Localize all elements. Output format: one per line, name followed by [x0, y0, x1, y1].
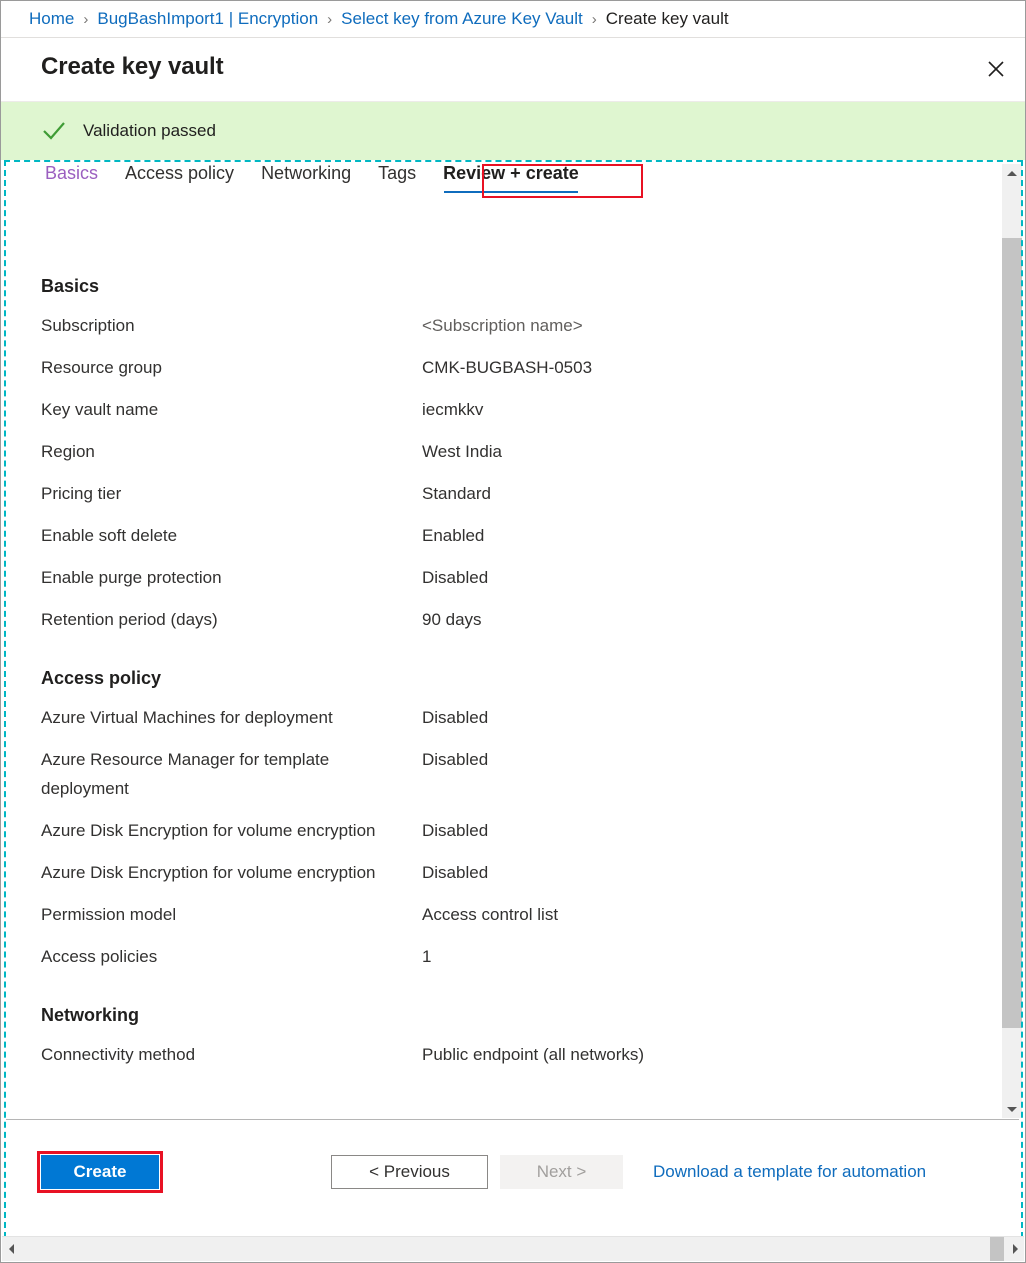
previous-button[interactable]: < Previous: [331, 1155, 488, 1189]
page-title: Create key vault: [41, 53, 224, 81]
summary-row-label: Permission model: [41, 900, 422, 929]
summary-table: Connectivity methodPublic endpoint (all …: [6, 1040, 991, 1069]
close-glyph: [987, 60, 1005, 78]
summary-row-value: Disabled: [422, 816, 991, 845]
summary-row: Azure Resource Manager for template depl…: [6, 745, 991, 803]
summary-row-value: Disabled: [422, 745, 991, 774]
summary-row-label: Azure Disk Encryption for volume encrypt…: [41, 858, 422, 887]
close-icon[interactable]: [975, 49, 1017, 89]
summary-row-value: Disabled: [422, 858, 991, 887]
chevron-up-icon[interactable]: [1002, 164, 1022, 182]
tab-bar: Basics Access policy Networking Tags Review …: [1, 163, 1001, 203]
tab-review-create[interactable]: Review + create: [443, 163, 579, 193]
summary-row: Access policies1: [6, 942, 991, 971]
summary-row-label: Enable soft delete: [41, 521, 422, 550]
summary-row-label: Retention period (days): [41, 605, 422, 634]
horizontal-scrollbar[interactable]: [2, 1236, 1024, 1261]
summary-row-value: CMK-BUGBASH-0503: [422, 353, 991, 382]
checkmark-icon: [41, 118, 67, 144]
summary-row-value: Public endpoint (all networks): [422, 1040, 991, 1069]
vertical-scrollbar[interactable]: [1002, 164, 1022, 1118]
summary-row: Pricing tierStandard: [6, 479, 991, 508]
summary-row-value: <Subscription name>: [422, 311, 991, 340]
summary-row-label: Azure Resource Manager for template depl…: [41, 745, 422, 803]
summary-row: Permission modelAccess control list: [6, 900, 991, 929]
tab-tags[interactable]: Tags: [378, 163, 416, 193]
section-title-access-policy: Access policy: [41, 668, 991, 689]
breadcrumb-item-1[interactable]: BugBashImport1 | Encryption: [97, 9, 318, 29]
summary-row: Connectivity methodPublic endpoint (all …: [6, 1040, 991, 1069]
summary-row: Azure Virtual Machines for deploymentDis…: [6, 703, 991, 732]
next-button: Next >: [500, 1155, 623, 1189]
summary-row: Subscription<Subscription name>: [6, 311, 991, 340]
summary-row: Azure Disk Encryption for volume encrypt…: [6, 858, 991, 887]
summary-table: Subscription<Subscription name>Resource …: [6, 311, 991, 634]
summary-table: Azure Virtual Machines for deploymentDis…: [6, 703, 991, 971]
summary-row-label: Azure Disk Encryption for volume encrypt…: [41, 816, 422, 845]
summary-row: RegionWest India: [6, 437, 991, 466]
download-template-link[interactable]: Download a template for automation: [653, 1162, 926, 1182]
summary-row: Retention period (days)90 days: [6, 605, 991, 634]
breadcrumb-separator: ›: [83, 11, 88, 28]
create-key-vault-blade: Home › BugBashImport1 | Encryption › Select …: [0, 0, 1026, 1263]
tab-networking[interactable]: Networking: [261, 163, 351, 193]
blade-footer: Create < Previous Next > Download a temp…: [1, 1120, 1023, 1236]
summary-row: Enable soft deleteEnabled: [6, 521, 991, 550]
summary-row: Resource groupCMK-BUGBASH-0503: [6, 353, 991, 382]
summary-row-value: 1: [422, 942, 991, 971]
blade-title-bar: Create key vault: [1, 39, 1025, 102]
summary-row-value: Enabled: [422, 521, 991, 550]
summary-row-label: Azure Virtual Machines for deployment: [41, 703, 422, 732]
summary-row-value: 90 days: [422, 605, 991, 634]
summary-row-label: Enable purge protection: [41, 563, 422, 592]
section-title-basics: Basics: [41, 276, 991, 297]
summary-row-value: Disabled: [422, 563, 991, 592]
breadcrumb: Home › BugBashImport1 | Encryption › Select …: [1, 1, 1025, 38]
validation-banner: Validation passed: [1, 102, 1025, 160]
vertical-scrollbar-thumb[interactable]: [1002, 238, 1022, 1028]
breadcrumb-item-2[interactable]: Select key from Azure Key Vault: [341, 9, 583, 29]
summary-row-label: Subscription: [41, 311, 422, 340]
breadcrumb-separator: ›: [592, 11, 597, 28]
summary-row-value: Access control list: [422, 900, 991, 929]
summary-row: Key vault nameiecmkkv: [6, 395, 991, 424]
tab-basics[interactable]: Basics: [45, 163, 98, 193]
chevron-right-icon[interactable]: [1006, 1237, 1024, 1261]
summary-row-value: West India: [422, 437, 991, 466]
breadcrumb-item-0[interactable]: Home: [29, 9, 74, 29]
summary-row-label: Key vault name: [41, 395, 422, 424]
summary-row-label: Region: [41, 437, 422, 466]
summary-row-label: Connectivity method: [41, 1040, 422, 1069]
summary-row-value: Disabled: [422, 703, 991, 732]
summary-row-value: iecmkkv: [422, 395, 991, 424]
summary-row-label: Resource group: [41, 353, 422, 382]
tab-access-policy[interactable]: Access policy: [125, 163, 234, 193]
horizontal-scrollbar-thumb[interactable]: [990, 1237, 1004, 1261]
chevron-down-icon[interactable]: [1002, 1100, 1022, 1118]
summary-row-label: Pricing tier: [41, 479, 422, 508]
summary-row: Enable purge protectionDisabled: [6, 563, 991, 592]
review-summary-scroll-area: BasicsSubscription<Subscription name>Res…: [6, 204, 991, 1118]
validation-message: Validation passed: [83, 121, 216, 141]
summary-row-label: Access policies: [41, 942, 422, 971]
breadcrumb-item-3: Create key vault: [606, 9, 729, 29]
breadcrumb-separator: ›: [327, 11, 332, 28]
create-button[interactable]: Create: [41, 1155, 159, 1189]
summary-row: Azure Disk Encryption for volume encrypt…: [6, 816, 991, 845]
review-summary: BasicsSubscription<Subscription name>Res…: [6, 276, 991, 1069]
section-title-networking: Networking: [41, 1005, 991, 1026]
summary-row-value: Standard: [422, 479, 991, 508]
chevron-left-icon[interactable]: [2, 1237, 20, 1261]
